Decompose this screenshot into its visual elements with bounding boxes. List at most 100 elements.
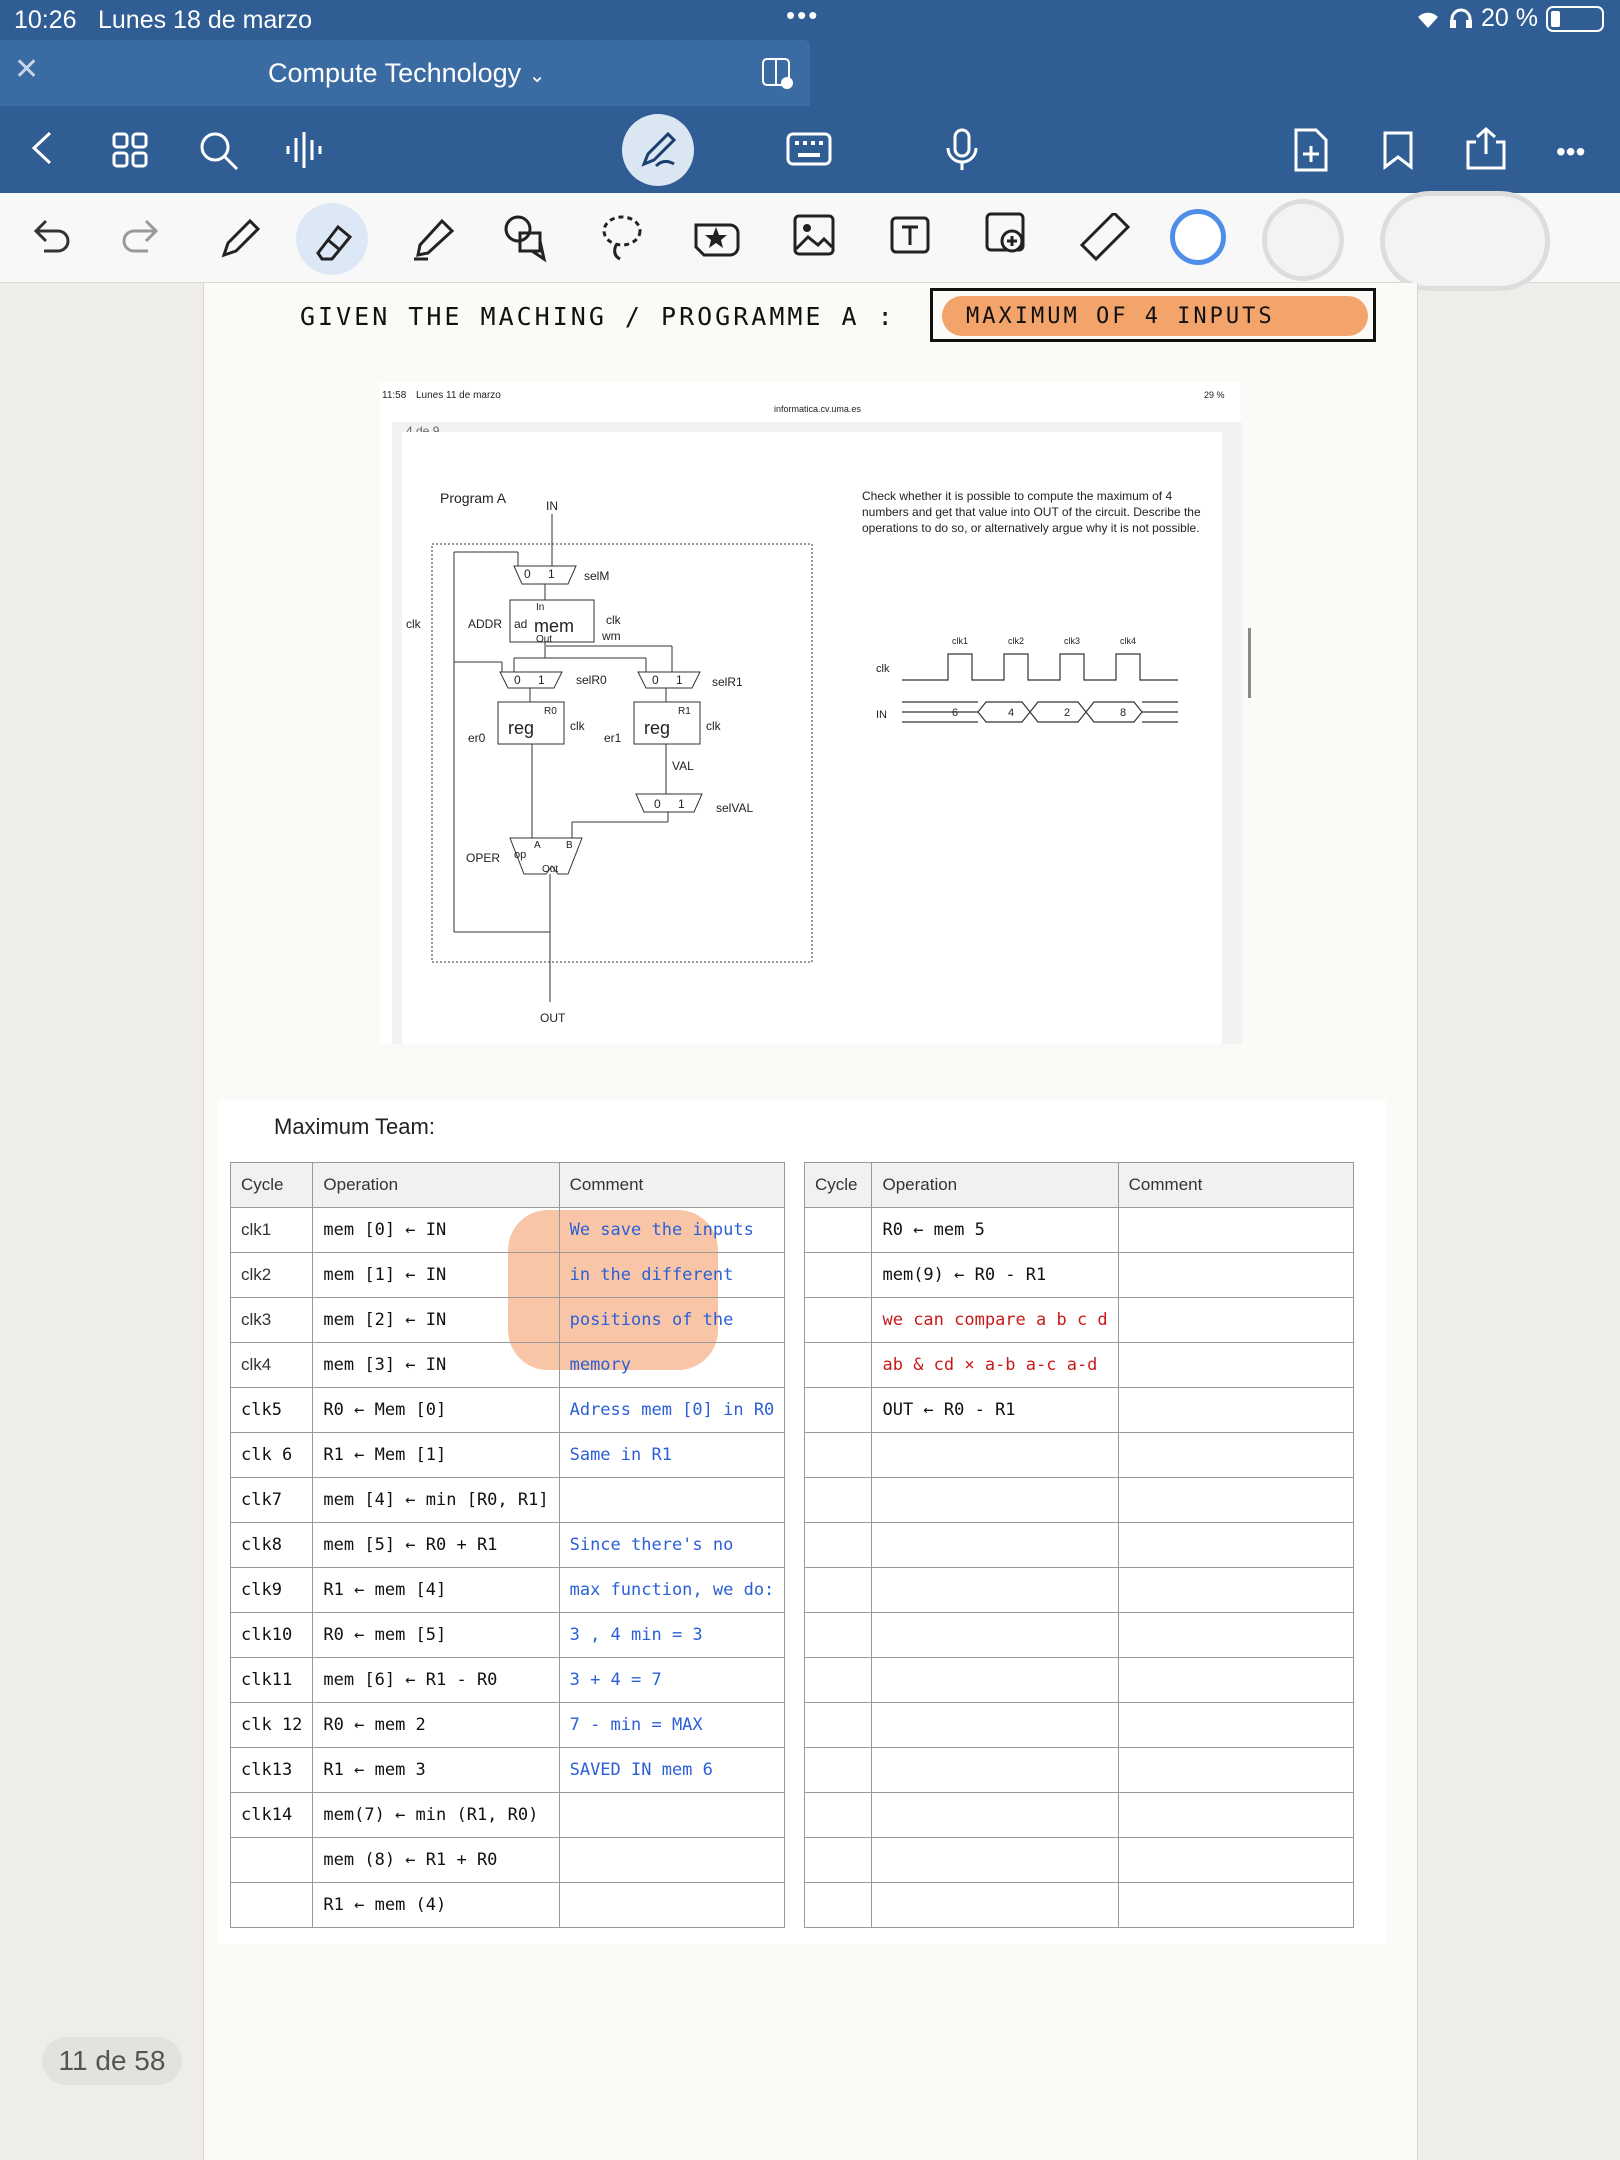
val-label: VAL [672, 759, 694, 773]
table-cell-cycle [803, 1882, 873, 1928]
table-cell-comment: We save the inputs [558, 1207, 786, 1253]
table-row [803, 1747, 1355, 1793]
scroll-indicator[interactable] [1248, 628, 1251, 698]
table-cell-comment [1117, 1837, 1355, 1883]
text-tool-icon[interactable] [886, 215, 934, 255]
tool-row [0, 191, 1620, 291]
table-cell-comment: memory [558, 1342, 786, 1388]
table-cell-op: mem [6] ← R1 - R0 [312, 1657, 560, 1703]
table-cell-cycle [803, 1207, 873, 1253]
table-cell-comment: Adress mem [0] in R0 [558, 1387, 786, 1433]
table-row: clk1 mem [0] ← IN We save the inputs [229, 1207, 786, 1253]
color-swatch-empty[interactable] [1262, 199, 1344, 281]
page-counter[interactable]: 11 de 58 [42, 2037, 182, 2085]
table-cell-cycle: clk8 [229, 1522, 314, 1568]
share-icon[interactable] [1464, 126, 1508, 172]
table-cell-op [871, 1477, 1119, 1523]
reg0-clk-label: clk [570, 719, 586, 733]
table-cell-cycle: clk5 [229, 1387, 314, 1433]
table-cell-cycle [803, 1567, 873, 1613]
table-row [803, 1567, 1355, 1613]
right-answer-table: Cycle Operation Comment R0 ← mem 5 mem(9)… [803, 1162, 1355, 1928]
table-cell-op: mem(7) ← min (R1, R0) [312, 1792, 560, 1838]
table-cell-op: R0 ← Mem [0] [312, 1387, 560, 1433]
eraser-tool-icon[interactable] [296, 203, 368, 275]
sticker-tool-icon[interactable] [690, 213, 742, 261]
image-tool-icon[interactable] [792, 213, 836, 257]
bookmark-icon[interactable] [1382, 130, 1414, 170]
table-cell-op: mem [2] ← IN [312, 1297, 560, 1343]
table-row: mem (8) ← R1 + R0 [229, 1837, 786, 1883]
table-cell-cycle [803, 1342, 873, 1388]
search-icon[interactable] [198, 130, 240, 172]
thumbnails-grid-icon[interactable] [112, 132, 148, 168]
color-swatch-blue[interactable] [1170, 209, 1226, 265]
split-view-icon[interactable] [760, 56, 794, 95]
table-row: clk8 mem [5] ← R0 + R1 Since there's no [229, 1522, 786, 1568]
table-cell-comment: Same in R1 [558, 1432, 786, 1478]
table-cell-op [871, 1567, 1119, 1613]
table-cell-op: R1 ← mem (4) [312, 1882, 560, 1928]
ad-label: ad [514, 617, 527, 631]
keyboard-icon[interactable] [786, 132, 832, 166]
redo-icon[interactable] [118, 217, 162, 255]
table-cell-comment: 3 + 4 = 7 [558, 1657, 786, 1703]
table-cell-comment [1117, 1477, 1355, 1523]
table-row: clk 12 R0 ← mem 27 - min = MAX [229, 1702, 786, 1748]
table-cell-cycle [803, 1522, 873, 1568]
audio-record-icon[interactable] [284, 130, 328, 170]
team-label: Maximum Team: [274, 1114, 435, 1139]
embedded-screenshot[interactable]: 11:58 Lunes 11 de marzo informatica.cv.u… [380, 382, 1242, 1044]
table-cell-cycle [803, 1702, 873, 1748]
tab-title-wrap[interactable]: Compute Technology ⌄ [268, 58, 545, 89]
table-cell-comment [558, 1837, 786, 1883]
table-cell-cycle [803, 1387, 873, 1433]
pen-mode-icon[interactable] [622, 114, 694, 186]
shapes-tool-icon[interactable] [502, 211, 550, 263]
undo-icon[interactable] [30, 217, 74, 255]
zoom-window-icon[interactable] [984, 211, 1030, 259]
table-cell-comment [1117, 1612, 1355, 1658]
table-cell-comment [1117, 1432, 1355, 1478]
highlighter-tool-icon[interactable] [410, 211, 456, 263]
table-cell-comment [1117, 1792, 1355, 1838]
table-cell-cycle [229, 1882, 314, 1928]
microphone-icon[interactable] [944, 128, 980, 172]
table-row [803, 1522, 1355, 1568]
table-cell-op: R1 ← mem 3 [312, 1747, 560, 1793]
multitasking-dots[interactable]: ••• [786, 0, 819, 31]
table-cell-op [871, 1747, 1119, 1793]
col-header-comment-right: Comment [1117, 1162, 1355, 1208]
table-cell-cycle [803, 1837, 873, 1883]
pdf-content: Program A Check whether it is possible t… [402, 432, 1222, 1044]
table-cell-cycle: clk7 [229, 1477, 314, 1523]
table-cell-cycle [803, 1612, 873, 1658]
timing-in-label: IN [876, 709, 887, 721]
close-tab-icon[interactable]: ✕ [14, 52, 39, 87]
table-cell-cycle [803, 1297, 873, 1343]
table-cell-comment: positions of the [558, 1297, 786, 1343]
table-cell-op: mem [5] ← R0 + R1 [312, 1522, 560, 1568]
embedded-url: informatica.cv.uma.es [774, 404, 861, 414]
table-row: mem(9) ← R0 - R1 [803, 1252, 1355, 1298]
alu-b-label: B [566, 840, 573, 851]
color-swatch-large[interactable] [1380, 191, 1550, 291]
table-cell-op [871, 1432, 1119, 1478]
back-icon[interactable] [28, 130, 58, 166]
er0-label: er0 [468, 731, 486, 745]
table-cell-comment [558, 1792, 786, 1838]
more-options-icon[interactable]: ••• [1556, 136, 1585, 168]
chevron-down-icon: ⌄ [528, 65, 546, 87]
col-header-comment: Comment [558, 1162, 786, 1208]
lasso-tool-icon[interactable] [598, 211, 646, 263]
mem-clk-label: clk [606, 613, 622, 627]
ruler-tool-icon[interactable] [1078, 213, 1132, 261]
table-cell-comment [1117, 1657, 1355, 1703]
mem-in-label: In [536, 602, 544, 613]
add-page-icon[interactable] [1292, 128, 1330, 172]
table-cell-comment [558, 1477, 786, 1523]
main-toolbar: ••• [0, 106, 1620, 193]
table-row: clk2 mem [1] ← IN in the different [229, 1252, 786, 1298]
table-cell-op [871, 1837, 1119, 1883]
pen-tool-icon[interactable] [216, 211, 262, 263]
